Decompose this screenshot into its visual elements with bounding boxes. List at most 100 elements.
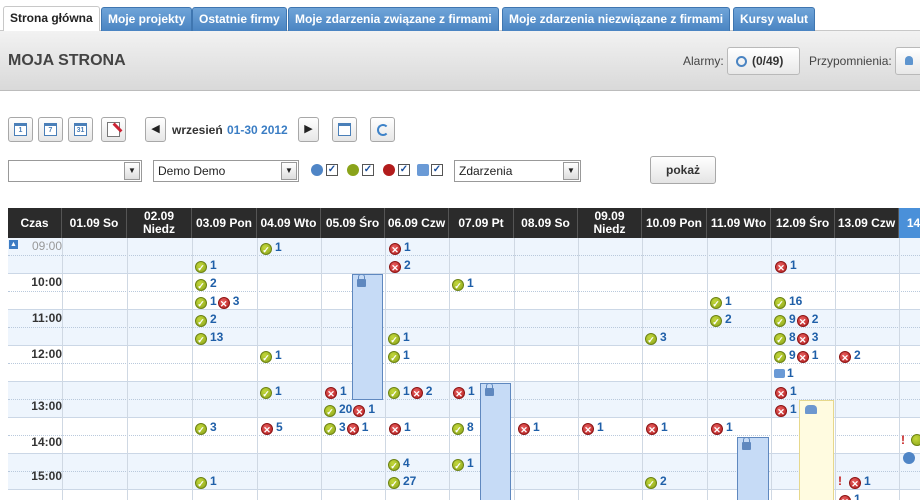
event-marker[interactable]: ✓ 4 xyxy=(388,456,410,472)
column-header-day[interactable]: 02.09 Niedz xyxy=(127,208,192,238)
event-marker[interactable]: ✕1 xyxy=(517,420,540,436)
time-slot-row[interactable] xyxy=(8,238,920,256)
event-marker[interactable]: ✓ 1 xyxy=(452,456,474,472)
tab-recent-companies[interactable]: Ostatnie firmy xyxy=(192,7,287,31)
event-marker[interactable]: ✕1 xyxy=(645,420,668,436)
event-marker[interactable]: ✓ 1 xyxy=(388,330,410,346)
column-header-day[interactable]: 06.09 Czw xyxy=(385,208,449,238)
column-header-day[interactable]: 10.09 Pon xyxy=(642,208,707,238)
column-header-day[interactable]: 04.09 Wto xyxy=(257,208,321,238)
prev-period-button[interactable]: ◀ xyxy=(145,117,166,142)
event-marker[interactable]: ✕1 xyxy=(774,258,797,274)
meeting-slot[interactable] xyxy=(799,400,834,500)
event-marker[interactable]: ✓ 27 xyxy=(388,474,416,490)
view-day-button[interactable]: 1 xyxy=(8,117,33,142)
event-marker[interactable]: ✓ 1 xyxy=(195,474,217,490)
column-header-day[interactable]: 12.09 Śro xyxy=(771,208,835,238)
event-marker[interactable]: ✓ 20 ✕ 1 xyxy=(324,402,375,418)
lock-icon xyxy=(742,437,751,450)
alarm-label: Alarmy: xyxy=(683,54,724,68)
cancelled-icon: ✕ xyxy=(711,423,723,435)
tab-exchange-rates[interactable]: Kursy walut xyxy=(733,7,816,31)
column-header-day[interactable]: 08.09 So xyxy=(514,208,578,238)
clock-filter-checkbox[interactable]: ✓ xyxy=(326,164,338,176)
event-marker[interactable]: ✓ 2 xyxy=(645,474,667,490)
event-marker[interactable]: ✕ 2 xyxy=(838,348,861,364)
event-marker[interactable]: ✓ 8 ✕ 3 xyxy=(774,330,818,346)
refresh-button[interactable] xyxy=(370,117,395,142)
event-marker[interactable]: ✕1 xyxy=(388,420,411,436)
period-range[interactable]: 01-30 2012 xyxy=(227,123,288,137)
reminder-button[interactable] xyxy=(895,47,920,75)
event-marker[interactable]: ✕1 xyxy=(710,420,733,436)
done-filter-checkbox[interactable]: ✓ xyxy=(362,164,374,176)
event-marker[interactable]: ✕1 xyxy=(581,420,604,436)
next-period-button[interactable]: ▶ xyxy=(298,117,319,142)
alarm-button[interactable]: (0/49) xyxy=(727,47,800,75)
event-marker[interactable]: ✓ 8 xyxy=(452,420,474,436)
event-marker[interactable]: ✓ 13 xyxy=(195,330,223,346)
view-month-button[interactable]: 31 xyxy=(68,117,93,142)
event-marker[interactable]: ✓ 1 xyxy=(260,384,282,400)
column-header-day[interactable]: 03.09 Pon xyxy=(192,208,257,238)
event-marker[interactable]: ✓ 9 ✕ 1 xyxy=(774,348,818,364)
tab-company-events[interactable]: Moje zdarzenia związane z firmami xyxy=(288,7,499,31)
column-header-day[interactable]: 05.09 Śro xyxy=(321,208,385,238)
column-header-day[interactable]: 13.09 Czw xyxy=(835,208,899,238)
view-week-button[interactable]: 7 xyxy=(38,117,63,142)
tab-my-projects[interactable]: Moje projekty xyxy=(101,7,193,31)
column-header-day[interactable]: 09.09 Niedz xyxy=(578,208,642,238)
event-marker[interactable]: 1 xyxy=(774,366,794,382)
column-header-day[interactable]: 01.09 So xyxy=(62,208,127,238)
done-icon: ✓ xyxy=(388,459,400,471)
event-marker[interactable]: ✕ 2 xyxy=(388,258,411,274)
event-marker[interactable]: ✕1 xyxy=(774,384,797,400)
blocked-slot[interactable] xyxy=(480,383,511,500)
event-marker[interactable]: ✓ 1 xyxy=(260,240,282,256)
tab-noncompany-events[interactable]: Moje zdarzenia niezwiązane z firmami xyxy=(502,7,731,31)
event-marker[interactable]: ✓ 1 ✕ 2 xyxy=(388,384,432,400)
time-slot-row[interactable] xyxy=(8,490,920,500)
blocked-slot[interactable] xyxy=(352,274,383,400)
event-marker[interactable]: ✓ 9 ✕ 2 xyxy=(774,312,818,328)
time-slot-row[interactable] xyxy=(8,472,920,490)
event-marker[interactable]: ✓ 3 ✕ 1 xyxy=(324,420,368,436)
event-marker[interactable]: ✓ 2 xyxy=(710,312,732,328)
event-marker[interactable]: ✓ 1 xyxy=(195,258,217,274)
event-marker[interactable]: ✕1 xyxy=(388,240,411,256)
event-marker[interactable]: ✕1 xyxy=(774,402,797,418)
event-marker[interactable]: ✓ 1 xyxy=(388,348,410,364)
show-button[interactable]: pokaż xyxy=(650,156,716,184)
column-header-today[interactable]: 14 xyxy=(899,208,920,238)
tab-home[interactable]: Strona główna xyxy=(3,6,100,32)
type-select[interactable]: Zdarzenia ▼ xyxy=(454,160,581,182)
event-marker[interactable]: ✓ 16 xyxy=(774,294,802,310)
event-marker[interactable]: ✓ 1 xyxy=(260,348,282,364)
briefcase-filter-checkbox[interactable]: ✓ xyxy=(431,164,443,176)
event-marker[interactable]: ✓ 2 xyxy=(195,312,217,328)
cancelled-filter-checkbox[interactable]: ✓ xyxy=(398,164,410,176)
event-marker[interactable]: ! ✕ 1 xyxy=(838,474,871,490)
event-marker[interactable]: ✓ 1 ✕ 3 xyxy=(195,294,239,310)
time-slot-row[interactable] xyxy=(8,436,920,454)
event-marker[interactable]: ✓ 1 xyxy=(452,276,474,292)
user-select[interactable]: Demo Demo ▼ xyxy=(153,160,299,182)
event-marker[interactable]: ✕ 5 xyxy=(260,420,283,436)
event-marker[interactable]: ✕1 xyxy=(838,492,861,500)
event-marker[interactable]: ✓ 3 xyxy=(195,420,217,436)
event-marker[interactable]: ✓ 1 xyxy=(710,294,732,310)
edit-button[interactable] xyxy=(101,117,126,142)
blocked-slot[interactable] xyxy=(737,437,769,500)
event-count: 2 xyxy=(854,348,861,362)
company-select[interactable]: ▼ xyxy=(8,160,142,182)
cancelled-icon: ✕ xyxy=(775,261,787,273)
reminder-label: Przypomnienia: xyxy=(809,54,892,68)
column-header-day[interactable]: 11.09 Wto xyxy=(707,208,771,238)
event-marker[interactable]: ✓ 2 xyxy=(195,276,217,292)
column-divider xyxy=(385,238,386,500)
event-marker[interactable]: ✓ 3 xyxy=(645,330,667,346)
column-header-day[interactable]: 07.09 Pt xyxy=(449,208,514,238)
event-marker[interactable]: ✕1 xyxy=(452,384,475,400)
event-marker[interactable]: ✕1 xyxy=(324,384,347,400)
calendar-picker-button[interactable] xyxy=(332,117,357,142)
